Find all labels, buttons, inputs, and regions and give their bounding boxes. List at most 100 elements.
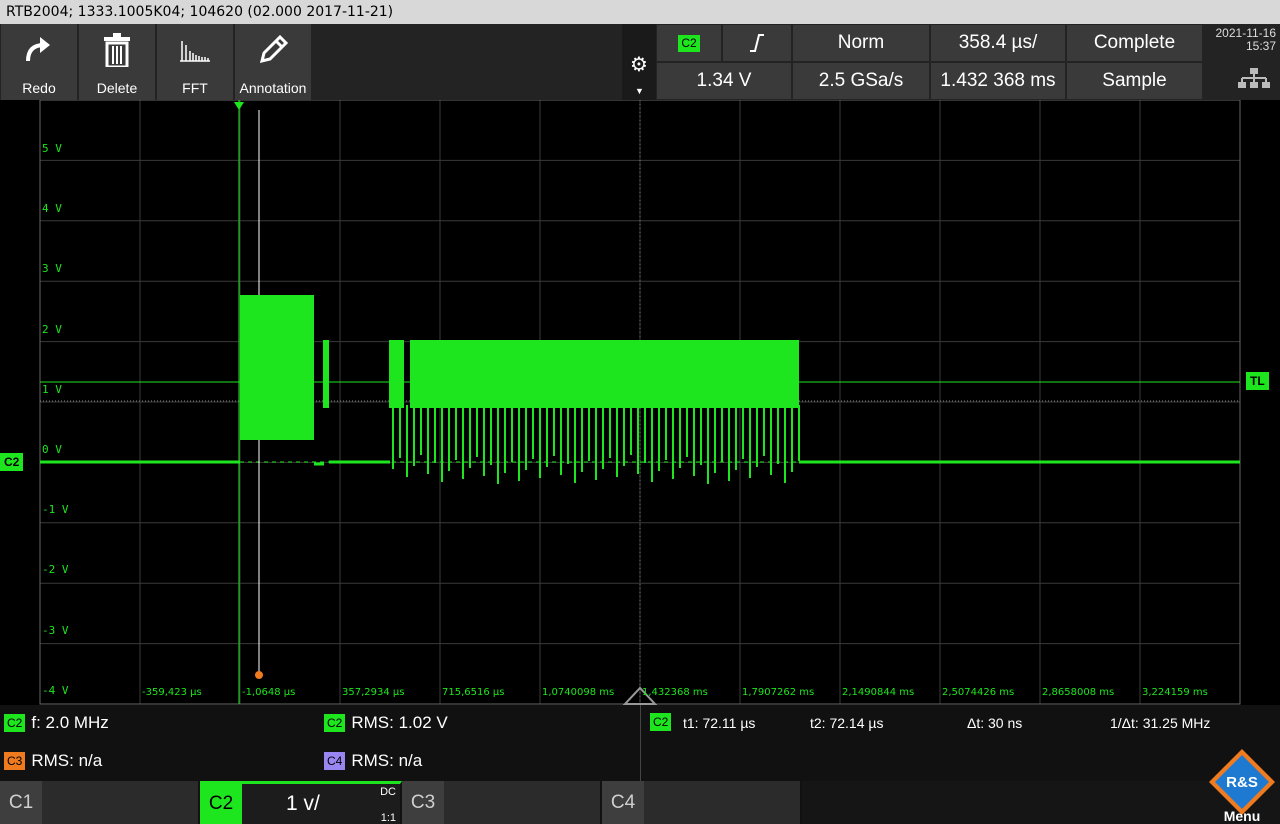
trace-spike	[798, 405, 800, 461]
measurement-4-text: RMS: n/a	[351, 751, 423, 770]
channel-c2-marker[interactable]: C2	[0, 453, 24, 471]
graticule	[39, 100, 1241, 705]
horizontal-position-cell[interactable]: 1.432 368 ms	[931, 63, 1065, 99]
measurement-3-text: RMS: n/a	[31, 751, 103, 770]
measurement-3[interactable]: C3 RMS: n/a	[4, 751, 102, 771]
y-axis-label: 5 V	[42, 142, 62, 155]
sample-rate-cell[interactable]: 2.5 GSa/s	[793, 63, 929, 99]
trace-spike	[679, 405, 681, 468]
trigger-mode-cell[interactable]: Norm	[793, 25, 929, 61]
fft-icon	[157, 30, 233, 70]
trace-spike	[441, 405, 443, 482]
trace-spike	[420, 405, 422, 455]
trace-spike	[728, 405, 730, 481]
trace-spike	[476, 405, 478, 457]
trace-spike	[560, 405, 562, 475]
y-axis-label: -3 V	[42, 623, 69, 637]
x-axis-label: 1,432368 ms	[642, 687, 708, 698]
trigger-level-cell[interactable]: 1.34 V	[657, 63, 791, 99]
y-axis-label: -1 V	[42, 503, 69, 517]
trace-spike	[602, 405, 604, 469]
trace-spike	[434, 405, 436, 463]
trace-spike	[665, 405, 667, 460]
channel-tab-c3[interactable]: C3	[402, 781, 602, 824]
menu-button[interactable]: R&S Menu	[1204, 747, 1280, 824]
trace-spike	[742, 405, 744, 459]
cursor-handle	[255, 671, 263, 679]
measurement-4-badge: C4	[324, 752, 346, 770]
rs-logo-icon: R&S	[1209, 749, 1275, 815]
trace-spike	[630, 405, 632, 455]
trace-spike	[777, 405, 779, 464]
trace-spike	[623, 405, 625, 466]
measurement-2-text: RMS: 1.02 V	[351, 713, 448, 732]
x-axis-label: 2,8658008 ms	[1042, 687, 1115, 698]
trace-spike	[714, 405, 716, 473]
cursor-t1: t1: 72.11 µs	[683, 715, 756, 731]
trace-spike	[399, 405, 401, 458]
measurement-4[interactable]: C4 RMS: n/a	[324, 751, 422, 771]
trace-spike	[700, 405, 702, 465]
redo-button[interactable]: Redo	[1, 24, 77, 100]
annotation-label: Annotation	[239, 80, 307, 96]
cursor-inverse-delta-t: 1/Δt: 31.25 MHz	[1110, 715, 1211, 731]
y-axis-label: -4 V	[42, 683, 69, 697]
trigger-source-cell[interactable]: C2	[657, 25, 721, 61]
measurement-1-text: f: 2.0 MHz	[31, 713, 109, 732]
trace-spike	[413, 405, 415, 466]
channel-tab-c1[interactable]: C1	[0, 781, 200, 824]
x-axis-label: -359,423 µs	[142, 687, 202, 698]
trace-spike	[581, 405, 583, 472]
clock: 2021-11-16 15:37	[1204, 24, 1280, 100]
network-icon	[1238, 68, 1270, 88]
cursor-measurement[interactable]: C2	[650, 713, 672, 731]
channel-c2-coupling: DC	[380, 786, 396, 798]
y-axis-label: -2 V	[42, 563, 69, 577]
trace-spike	[427, 405, 429, 474]
channel-c4-name: C4	[602, 781, 644, 824]
chevron-down-icon: ▼	[635, 86, 644, 96]
trace-spike	[616, 405, 618, 477]
delete-button[interactable]: Delete	[79, 24, 155, 100]
trace-spike	[469, 405, 471, 468]
acquisition-mode-cell[interactable]: Sample	[1067, 63, 1202, 99]
trace-spike	[784, 405, 786, 483]
channel-c2-scale: 1 v/	[286, 792, 320, 815]
trash-icon	[79, 30, 155, 70]
trace-spike	[392, 405, 394, 469]
channel-tab-c4[interactable]: C4	[602, 781, 802, 824]
fft-button[interactable]: FFT	[157, 24, 233, 100]
trace-spike	[721, 405, 723, 462]
measurement-2[interactable]: C2 RMS: 1.02 V	[324, 713, 448, 733]
gear-icon: ⚙	[630, 54, 648, 76]
settings-button[interactable]: ⚙ ▼	[622, 24, 656, 100]
acquisition-state-cell[interactable]: Complete	[1067, 25, 1202, 61]
trace-spike	[770, 405, 772, 475]
trace-spike	[532, 405, 534, 459]
waveform-display[interactable]: 5 V 4 V 3 V 2 V 1 V 0 V -1 V -2 V -3 V -4 V -359,…	[0, 100, 1280, 705]
trace-spike	[567, 405, 569, 464]
trigger-slope-cell[interactable]	[723, 25, 791, 61]
trace-spike	[497, 405, 499, 484]
x-axis-label: 3,224159 ms	[1142, 687, 1208, 698]
trace-spike	[609, 405, 611, 458]
trigger-level-marker[interactable]: TL	[1246, 372, 1269, 390]
trace-spike	[553, 405, 555, 456]
trigger-position-marker	[234, 102, 244, 110]
trace-spike	[518, 405, 520, 481]
trace-burst-1	[240, 295, 314, 440]
redo-label: Redo	[22, 80, 56, 96]
trace-spike	[448, 405, 450, 471]
trace-spike	[504, 405, 506, 473]
device-info-text: RTB2004; 1333.1005K04; 104620 (02.000 20…	[6, 4, 394, 20]
measurement-2-badge: C2	[324, 714, 346, 732]
channel-tab-c2[interactable]: C2 1 v/ DC 1:1	[200, 781, 402, 824]
timebase-cell[interactable]: 358.4 µs/	[931, 25, 1065, 61]
annotation-button[interactable]: Annotation	[235, 24, 311, 100]
y-axis-label: 4 V	[42, 202, 62, 216]
x-axis-label: 2,1490844 ms	[842, 687, 915, 698]
trace-spike	[574, 405, 576, 483]
measurement-1[interactable]: C2 f: 2.0 MHz	[4, 713, 109, 733]
trace-spike	[525, 405, 527, 470]
trace-spike	[511, 405, 513, 462]
